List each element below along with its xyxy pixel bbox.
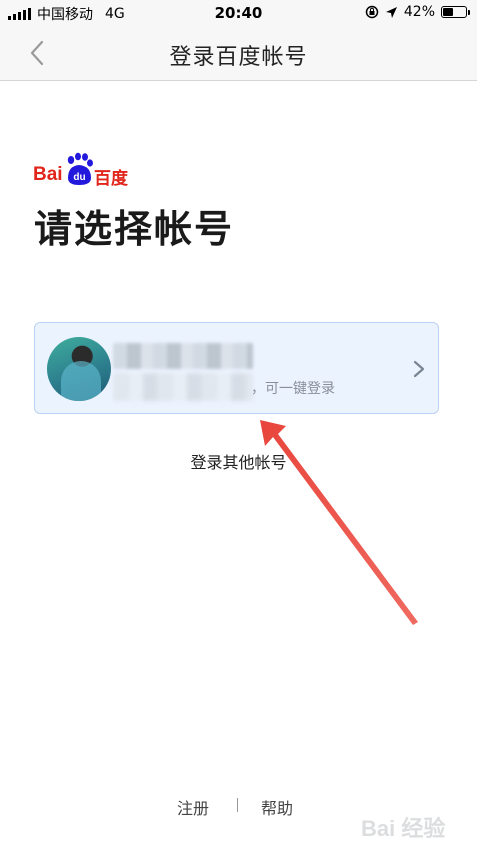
battery-percent: 42% xyxy=(403,4,435,20)
status-bar: 中国移动 4G 20:40 42% xyxy=(0,0,477,26)
logo-paw-text: du xyxy=(73,172,85,183)
register-link[interactable]: 注册 xyxy=(177,795,209,819)
blurred-account-name xyxy=(113,343,253,369)
select-account-heading: 请选择帐号 xyxy=(34,207,235,251)
avatar xyxy=(47,337,111,401)
status-right: 42% xyxy=(365,4,470,20)
baidu-jingyan-watermark: Bai 经验 xyxy=(353,803,463,843)
one-click-login-hint: ，可一键登录 xyxy=(251,381,335,397)
login-other-account-link[interactable]: 登录其他帐号 xyxy=(0,449,477,473)
account-card[interactable]: ，可一键登录 xyxy=(34,322,439,414)
orientation-lock-icon xyxy=(365,5,379,19)
chevron-right-icon xyxy=(413,360,425,378)
logo-chinese: 百度 xyxy=(94,169,128,189)
annotation-arrow-icon xyxy=(260,420,418,625)
footer-divider xyxy=(237,798,238,812)
nav-bar: 登录百度帐号 xyxy=(0,26,477,81)
watermark-text: Bai 经验 xyxy=(361,816,446,841)
paw-icon: du xyxy=(67,152,93,185)
baidu-logo: Bai du 百度 xyxy=(33,152,133,189)
battery-icon xyxy=(441,6,470,18)
logo-latin: Bai xyxy=(33,164,63,185)
blurred-account-detail xyxy=(113,373,253,401)
page-title: 登录百度帐号 xyxy=(169,45,308,70)
location-arrow-icon xyxy=(385,6,397,18)
help-link[interactable]: 帮助 xyxy=(261,795,293,819)
